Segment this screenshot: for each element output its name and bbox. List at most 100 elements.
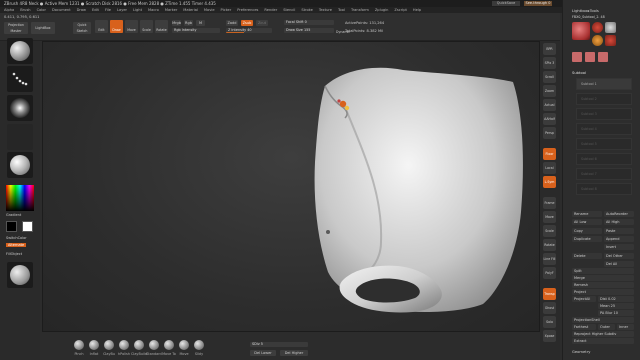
brush-move-to-icon[interactable] xyxy=(164,340,174,350)
subtool-header[interactable]: Subtool xyxy=(572,71,586,75)
tool-thumbnail-6[interactable] xyxy=(585,52,595,62)
move-button[interactable]: Move xyxy=(125,20,138,33)
fill-object-button[interactable]: FillObject xyxy=(6,252,22,256)
inner-button[interactable]: Inner xyxy=(617,324,634,330)
line-fill-button[interactable]: Line Fill xyxy=(543,253,556,265)
brush-pinch-icon[interactable] xyxy=(74,340,84,350)
alpha-thumbnail[interactable] xyxy=(7,95,33,121)
copy-button[interactable]: Copy xyxy=(572,228,602,234)
del-other-button[interactable]: Del Other xyxy=(604,253,634,259)
alternate-button[interactable]: Alternate xyxy=(6,243,27,247)
brush-inflat-icon[interactable] xyxy=(89,340,99,350)
tool-thumbnail-5[interactable] xyxy=(572,52,582,62)
transp-button[interactable]: Transp xyxy=(543,288,556,300)
brush-move-icon[interactable] xyxy=(179,340,189,350)
paste-button[interactable]: Paste xyxy=(604,228,634,234)
project-all-button[interactable]: ProjectAll xyxy=(572,296,596,302)
reproject-higher-subdiv-button[interactable]: Reproject Higher Subdiv xyxy=(572,331,634,337)
rgb-intensity-slider[interactable]: Rgb Intensity xyxy=(172,28,220,33)
all-high-button[interactable]: All High xyxy=(604,219,634,225)
local-button[interactable]: Local xyxy=(543,162,556,174)
draw-button[interactable]: Draw xyxy=(110,20,123,33)
del-higher-button[interactable]: Del Higher xyxy=(280,350,308,356)
rotate-view-button[interactable]: Rotate xyxy=(543,239,556,251)
rename-button[interactable]: Rename xyxy=(572,211,602,217)
zadd-button[interactable]: Zadd xyxy=(226,20,238,26)
subtool-slot-4[interactable]: Subtool 4 xyxy=(576,123,632,135)
remesh-button[interactable]: Remesh xyxy=(572,282,634,288)
subtool-slot-7[interactable]: Subtool 7 xyxy=(576,168,632,180)
tool-thumbnail-7[interactable] xyxy=(598,52,608,62)
ghost-button[interactable]: Ghost xyxy=(543,302,556,314)
outer-button[interactable]: Outer xyxy=(598,324,615,330)
xpose-button[interactable]: Xpose xyxy=(543,330,556,342)
bpr-button[interactable]: BPR xyxy=(543,43,556,55)
gradient-label[interactable]: Gradient xyxy=(6,213,21,217)
scale-button[interactable]: Scale xyxy=(140,20,153,33)
brush-claybuild-icon[interactable] xyxy=(134,340,144,350)
secondary-color-swatch[interactable] xyxy=(6,221,17,232)
geometry-header[interactable]: Geometry xyxy=(572,350,590,354)
project-button[interactable]: Project xyxy=(572,289,634,295)
insert-button[interactable]: Insert xyxy=(604,244,634,250)
canvas-viewport[interactable] xyxy=(42,41,540,332)
frame-button[interactable]: Frame xyxy=(543,197,556,209)
quick-sketch-button[interactable]: Quick Sketch xyxy=(73,22,91,34)
material-thumbnail[interactable] xyxy=(7,152,33,178)
append-button[interactable]: Append xyxy=(604,236,634,242)
zcut-button[interactable]: Zcut xyxy=(256,20,268,26)
solo-button[interactable]: Solo xyxy=(543,316,556,328)
split-button[interactable]: Split xyxy=(572,268,634,274)
duplicate-button[interactable]: Duplicate xyxy=(572,236,602,242)
spix-button[interactable]: SPix 3 xyxy=(543,57,556,69)
scroll-button[interactable]: Scroll xyxy=(543,71,556,83)
quicksave-button[interactable]: QuickSave xyxy=(492,1,520,6)
aahalf-button[interactable]: AAHalf xyxy=(543,113,556,125)
tool-thumbnail-4[interactable] xyxy=(605,35,616,46)
color-picker[interactable] xyxy=(6,185,34,211)
z-intensity-slider[interactable]: Z Intensity 40 xyxy=(226,28,272,33)
switch-color-button[interactable]: SwitchColor xyxy=(6,236,27,240)
persp-button[interactable]: Persp xyxy=(543,127,556,139)
zsub-button[interactable]: Zsub xyxy=(241,20,253,26)
mrgb-button[interactable]: Mrgb xyxy=(172,20,181,26)
lightbox-button[interactable]: LightBox xyxy=(31,22,55,34)
extract-button[interactable]: Extract xyxy=(572,338,634,344)
subtool-slot-2[interactable]: Subtool 2 xyxy=(576,93,632,105)
pa-blur-slider[interactable]: PA Blur 10 xyxy=(598,310,634,316)
tool-thumbnail-sphere[interactable] xyxy=(592,22,603,33)
scale-view-button[interactable]: Scale xyxy=(543,225,556,237)
actual-button[interactable]: Actual xyxy=(543,99,556,111)
polyf-button[interactable]: PolyF xyxy=(543,267,556,279)
merge-button[interactable]: Merge xyxy=(572,275,634,281)
sdiv-slider[interactable]: SDiv 5 xyxy=(250,342,308,347)
farthest-button[interactable]: Farthest xyxy=(572,324,596,330)
tool-thumbnail-3[interactable] xyxy=(592,35,603,46)
rgb-button[interactable]: Rgb xyxy=(184,20,193,26)
tool-thumbnail-2[interactable] xyxy=(605,22,616,33)
subtool-slot-1[interactable]: Subtool 1 xyxy=(576,78,632,90)
floor-button[interactable]: Floor xyxy=(543,148,556,160)
brush-standard-icon[interactable] xyxy=(149,340,159,350)
subtool-slot-8[interactable]: Subtool 8 xyxy=(576,183,632,195)
mean-slider[interactable]: Mean 25 xyxy=(598,303,634,309)
move-view-button[interactable]: Move xyxy=(543,211,556,223)
brush-thumbnail[interactable] xyxy=(7,38,33,64)
draw-size-slider[interactable]: Draw Size 155 xyxy=(284,28,334,33)
del-all-button[interactable]: Del All xyxy=(604,261,634,267)
brush-slidy-icon[interactable] xyxy=(194,340,204,350)
all-low-button[interactable]: All Low xyxy=(572,219,602,225)
lsym-button[interactable]: L.Sym xyxy=(543,176,556,188)
tool-thumbnail-main[interactable] xyxy=(572,22,590,40)
projection-shell-slider[interactable]: ProjectionShell xyxy=(572,317,634,323)
stroke-thumbnail[interactable] xyxy=(7,66,33,92)
rotate-button[interactable]: Rotate xyxy=(155,20,168,33)
dist-slider[interactable]: Dist 0.02 xyxy=(598,296,634,302)
brush-claybu-icon[interactable] xyxy=(104,340,114,350)
subtool-slot-5[interactable]: Subtool 5 xyxy=(576,138,632,150)
projection-master-button[interactable]: Projection Master xyxy=(4,22,28,34)
brush-hpolish-icon[interactable] xyxy=(119,340,129,350)
subtool-slot-3[interactable]: Subtool 3 xyxy=(576,108,632,120)
zoom-button[interactable]: Zoom xyxy=(543,85,556,97)
main-color-swatch[interactable] xyxy=(22,221,33,232)
